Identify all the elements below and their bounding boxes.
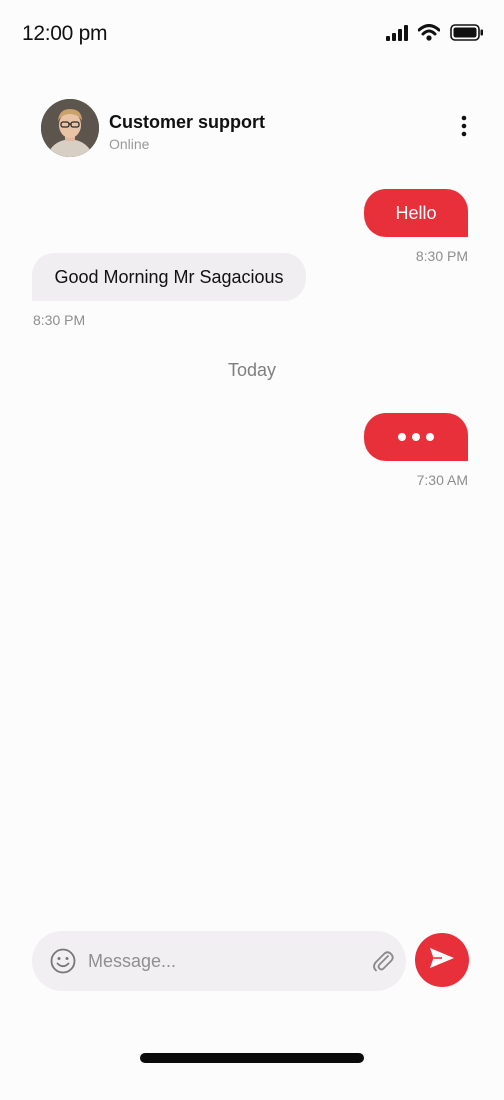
emoji-icon[interactable] <box>50 948 76 974</box>
home-indicator[interactable] <box>140 1053 364 1063</box>
status-icons <box>386 24 484 46</box>
message-bubble-incoming[interactable]: Good Morning Mr Sagacious <box>32 253 306 301</box>
typing-dot <box>426 433 434 441</box>
send-button[interactable] <box>415 933 469 987</box>
message-bubble-outgoing[interactable]: Hello <box>364 189 468 237</box>
message-text: Hello <box>395 202 437 223</box>
cellular-signal-icon <box>386 24 408 46</box>
day-separator: Today <box>227 360 277 380</box>
message-time: 8:30 PM <box>33 312 86 328</box>
typing-dot <box>412 433 420 441</box>
more-vertical-icon <box>461 115 467 142</box>
more-options-button[interactable] <box>450 110 478 146</box>
message-input[interactable] <box>88 945 358 977</box>
chat-screen: 12:00 pm Customer support Online Hello 8… <box>0 0 504 1100</box>
contact-name: Customer support <box>109 112 266 132</box>
typing-dot <box>398 433 406 441</box>
typing-dots <box>398 433 434 441</box>
status-time: 12:00 pm <box>22 22 108 45</box>
paperclip-icon[interactable] <box>370 948 396 974</box>
typing-indicator-bubble <box>364 413 468 461</box>
chat-header: Customer support Online <box>0 96 504 158</box>
message-time: 7:30 AM <box>416 472 468 488</box>
send-icon <box>429 947 455 974</box>
message-text: Good Morning Mr Sagacious <box>54 266 284 287</box>
avatar[interactable] <box>41 99 99 157</box>
status-bar: 12:00 pm <box>0 0 504 70</box>
message-time: 8:30 PM <box>415 248 468 264</box>
message-composer <box>32 931 406 991</box>
battery-icon <box>450 24 484 46</box>
contact-status: Online <box>109 136 150 152</box>
wifi-icon <box>417 24 441 46</box>
